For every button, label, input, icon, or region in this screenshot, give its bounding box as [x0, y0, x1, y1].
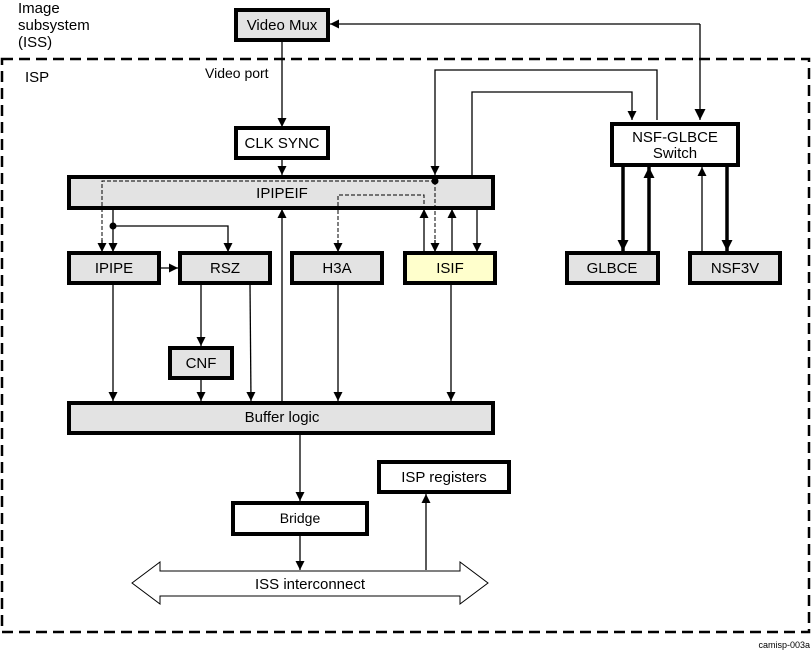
wire-ipipeif-to-switch [471, 91, 637, 177]
nsf3v-label: NSF3V [711, 260, 759, 277]
isif-label: ISIF [436, 260, 464, 277]
iss-label-line2: subsystem [18, 17, 90, 34]
ipipeif-label: IPIPEIF [256, 185, 308, 202]
block-buffer-logic: Buffer logic [67, 401, 495, 435]
iss-label-line1: Image [18, 0, 60, 17]
nsf-glbce-switch-label-line2: Switch [653, 145, 697, 162]
block-clk-sync: CLK SYNC [234, 126, 330, 160]
isp-label: ISP [25, 69, 49, 86]
video-port-label: Video port [205, 65, 269, 81]
block-ipipe: IPIPE [67, 251, 161, 285]
isp-block-diagram: Image subsystem (ISS) ISP Video port Vid… [0, 0, 811, 650]
junction-dot-ipipe [109, 222, 117, 230]
ipipe-label: IPIPE [95, 260, 133, 277]
glbce-label: GLBCE [587, 260, 638, 277]
isp-registers-label: ISP registers [401, 469, 487, 486]
block-video-mux: Video Mux [234, 8, 330, 42]
block-nsf3v: NSF3V [688, 251, 782, 285]
block-isp-registers: ISP registers [377, 460, 511, 494]
block-bridge: Bridge [231, 501, 369, 536]
block-isif: ISIF [403, 251, 497, 285]
nsf-glbce-switch-label-line1: NSF-GLBCE [632, 129, 718, 146]
block-iss-interconnect: ISS interconnect [131, 561, 489, 605]
wire-rsz-to-buffer [246, 283, 256, 402]
clk-sync-label: CLK SYNC [244, 135, 319, 152]
wire-ipipeif-to-rsz [113, 225, 233, 252]
block-glbce: GLBCE [565, 251, 660, 285]
block-nsf-glbce-switch: NSF-GLBCE Switch [610, 122, 740, 167]
rsz-label: RSZ [210, 260, 240, 277]
block-h3a: H3A [290, 251, 384, 285]
block-cnf: CNF [168, 346, 234, 380]
cnf-label: CNF [186, 355, 217, 372]
buffer-logic-label: Buffer logic [245, 409, 320, 426]
block-ipipeif: IPIPEIF [67, 175, 495, 210]
bridge-label: Bridge [280, 510, 321, 526]
iss-interconnect-label: ISS interconnect [255, 576, 366, 593]
h3a-label: H3A [322, 260, 351, 277]
block-rsz: RSZ [178, 251, 272, 285]
iss-label-line3: (ISS) [18, 34, 52, 51]
video-mux-label: Video Mux [247, 17, 318, 34]
figure-id: camisp-003a [758, 640, 810, 650]
